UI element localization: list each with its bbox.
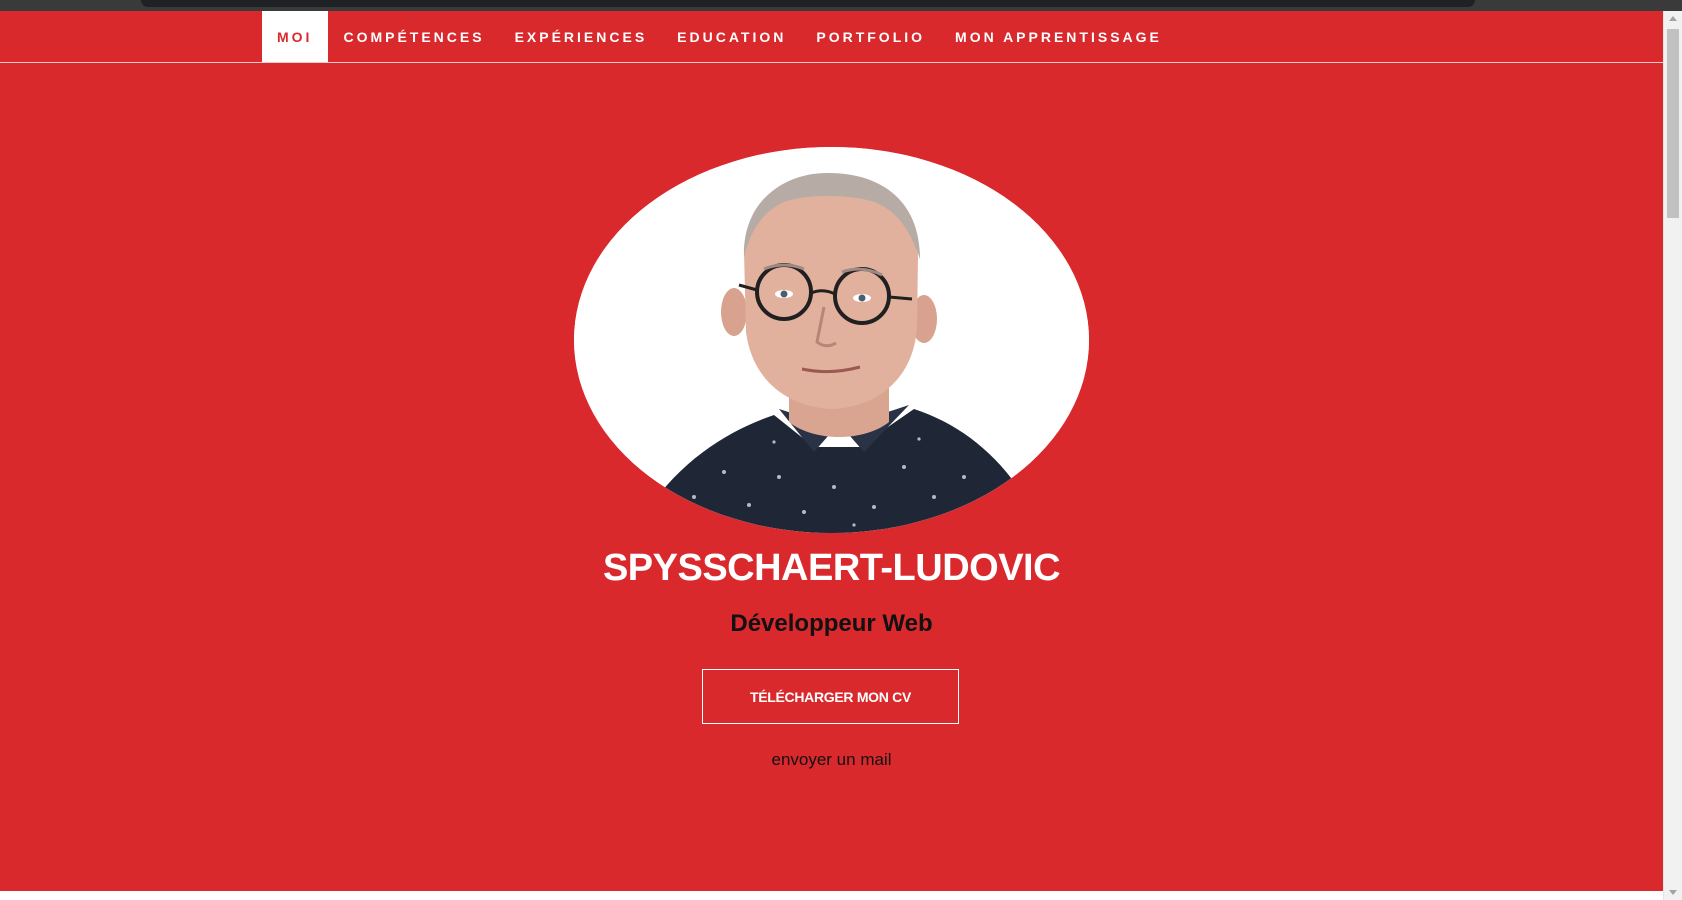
nav-menu: MOI COMPÉTENCES EXPÉRIENCES EDUCATION PO… [262, 11, 1177, 62]
browser-top-bar [0, 0, 1682, 11]
nav-item-education[interactable]: EDUCATION [662, 11, 801, 62]
scrollbar-thumb[interactable] [1667, 29, 1679, 218]
profile-photo [574, 147, 1089, 533]
profile-role: Développeur Web [730, 610, 933, 637]
nav-item-moi[interactable]: MOI [262, 11, 329, 62]
scroll-down-icon[interactable] [1669, 890, 1677, 895]
nav-item-experiences[interactable]: EXPÉRIENCES [500, 11, 663, 62]
nav-item-portfolio[interactable]: PORTFOLIO [801, 11, 940, 62]
profile-name: SPYSSCHAERT-LUDOVIC [602, 547, 1061, 589]
scroll-up-icon[interactable] [1669, 16, 1677, 21]
top-navbar: MOI COMPÉTENCES EXPÉRIENCES EDUCATION PO… [0, 11, 1663, 63]
nav-item-mon-apprentissage[interactable]: MON APPRENTISSAGE [940, 11, 1177, 62]
send-mail-link[interactable]: envoyer un mail [0, 750, 1663, 770]
vertical-scrollbar[interactable] [1663, 11, 1682, 900]
browser-address-bar [141, 0, 1475, 7]
hero-section: SPYSSCHAERT-LUDOVIC Développeur Web TÉLÉ… [0, 62, 1663, 891]
nav-item-competences[interactable]: COMPÉTENCES [328, 11, 499, 62]
profile-photo-illustration [574, 147, 1089, 533]
download-cv-button[interactable]: TÉLÉCHARGER MON CV [702, 669, 959, 724]
page: MOI COMPÉTENCES EXPÉRIENCES EDUCATION PO… [0, 11, 1663, 891]
page-bottom-edge [0, 891, 1663, 900]
